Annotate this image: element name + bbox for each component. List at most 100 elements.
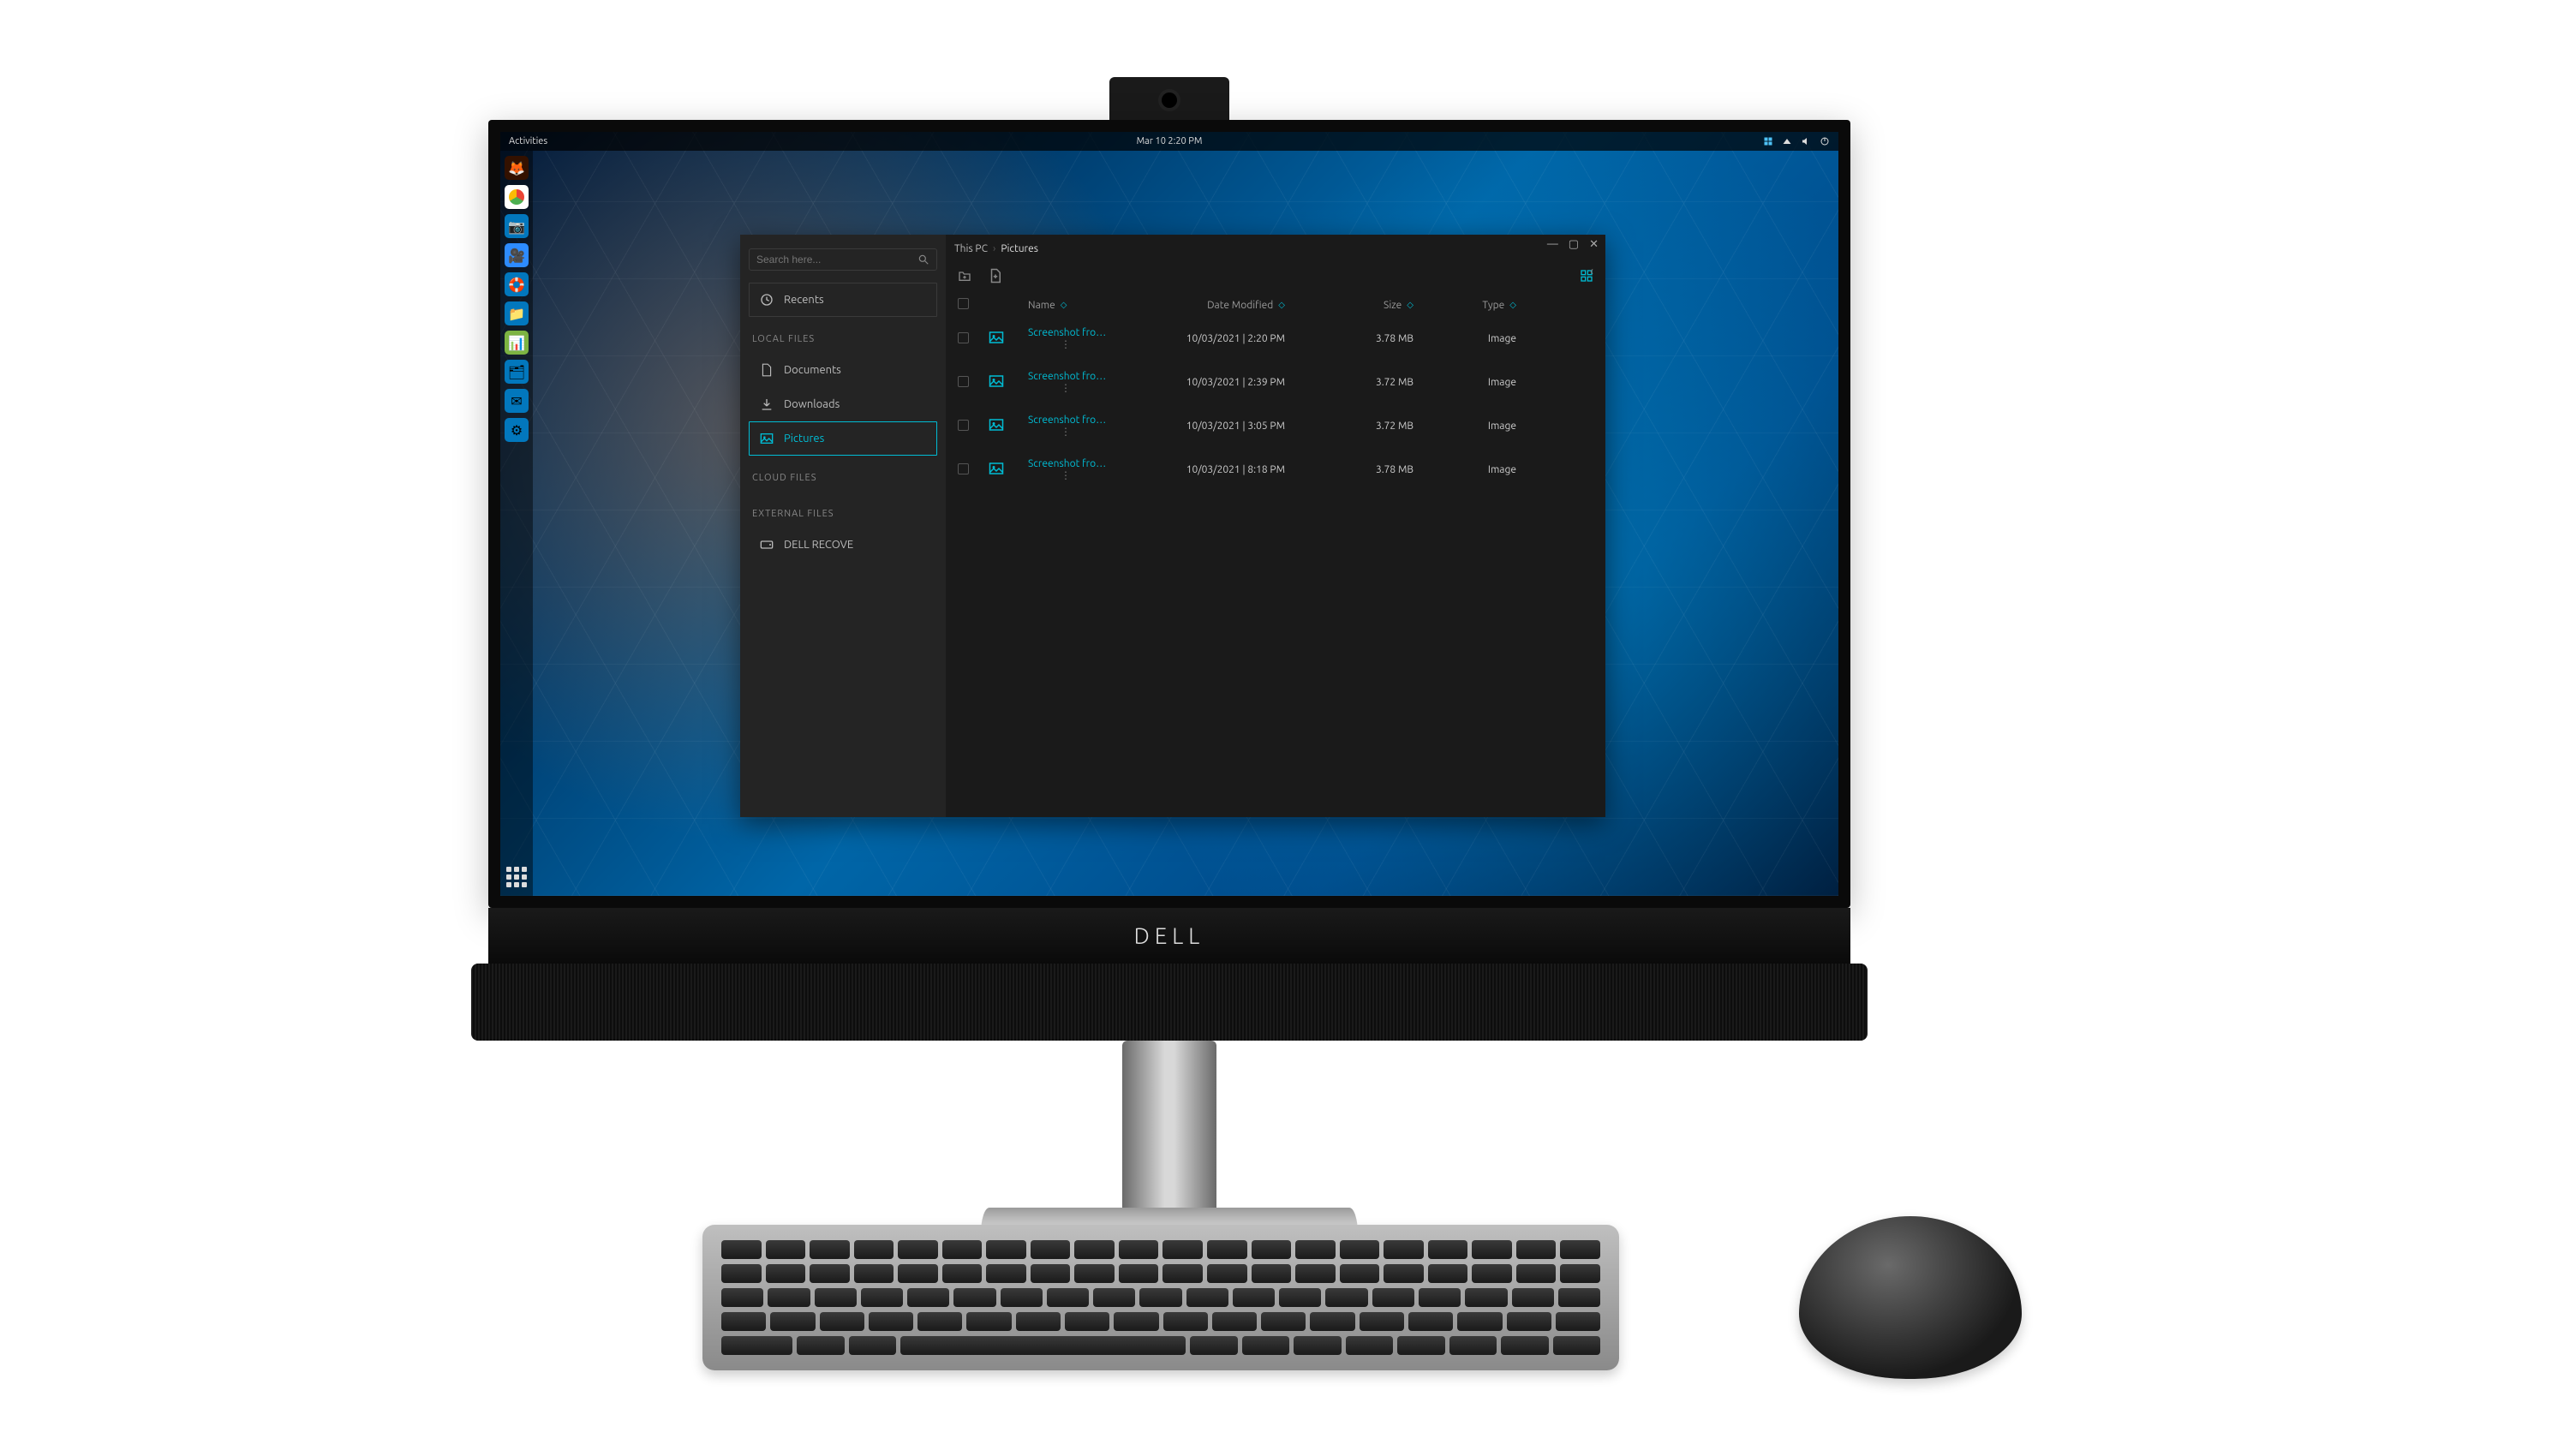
- file-name: Screenshot from 2021-03-10...⋮: [1028, 458, 1114, 481]
- file-type: Image: [1414, 421, 1516, 432]
- sidebar-pictures[interactable]: Pictures: [749, 421, 937, 456]
- mail-icon: ✉: [511, 393, 522, 409]
- stand-neck: [1122, 1041, 1216, 1229]
- file-row[interactable]: Screenshot from 2021-03-10...⋮10/03/2021…: [946, 404, 1605, 448]
- row-checkbox[interactable]: [958, 463, 969, 474]
- dock-settings[interactable]: ⚙: [505, 418, 529, 442]
- file-list: Screenshot from 2021-03-10...⋮10/03/2021…: [946, 317, 1605, 492]
- file-name: Screenshot from 2021-03-10...⋮: [1028, 415, 1114, 438]
- select-all-checkbox[interactable]: [958, 298, 969, 309]
- col-date[interactable]: Date Modified◇: [1114, 300, 1285, 311]
- file-size: 3.72 MB: [1285, 377, 1414, 388]
- row-checkbox[interactable]: [958, 332, 969, 343]
- row-menu-button[interactable]: ⋮: [1061, 382, 1071, 394]
- minimize-button[interactable]: —: [1547, 238, 1558, 251]
- file-date: 10/03/2021 | 3:05 PM: [1114, 421, 1285, 432]
- keyboard: [702, 1225, 1619, 1370]
- sidebar-item-label: DELL RECOVE: [784, 539, 853, 551]
- power-icon: [1820, 136, 1830, 146]
- col-size[interactable]: Size◇: [1285, 300, 1414, 311]
- dock-folder[interactable]: 🗂: [505, 360, 529, 384]
- sheets-icon: 📊: [508, 335, 525, 351]
- row-checkbox[interactable]: [958, 420, 969, 431]
- document-icon: [760, 363, 774, 377]
- sidebar-dell-recovery[interactable]: DELL RECOVE: [749, 528, 937, 562]
- search-field-wrap[interactable]: [749, 248, 937, 271]
- dock-chrome[interactable]: [505, 185, 529, 209]
- dock-mail[interactable]: ✉: [505, 389, 529, 413]
- mouse: [1799, 1216, 2022, 1379]
- breadcrumb-root[interactable]: This PC: [954, 243, 988, 254]
- file-date: 10/03/2021 | 2:39 PM: [1114, 377, 1285, 388]
- image-file-icon: [989, 418, 1028, 434]
- brand-logo: DELL: [1134, 923, 1205, 948]
- breadcrumb-current: Pictures: [1001, 243, 1038, 254]
- breadcrumb-bar: This PC › Pictures: [946, 235, 1605, 262]
- column-headers: Name◇ Date Modified◇ Size◇ Type◇: [946, 293, 1605, 317]
- new-folder-button[interactable]: [958, 269, 971, 283]
- sidebar-section-cloud: CLOUD FILES: [752, 473, 934, 483]
- file-row[interactable]: Screenshot from 2021-03-10...⋮10/03/2021…: [946, 361, 1605, 404]
- dock-camera[interactable]: 📷: [505, 214, 529, 238]
- breadcrumb[interactable]: This PC › Pictures: [954, 243, 1038, 254]
- search-input[interactable]: [756, 254, 917, 266]
- desktop-screen: Activities Mar 10 2:20 PM 🦊 📷 🎥 🛟 📁: [500, 132, 1838, 896]
- chevron-right-icon: ›: [993, 243, 995, 254]
- image-file-icon: [989, 374, 1028, 391]
- dock: 🦊 📷 🎥 🛟 📁 📊 🗂 ✉ ⚙: [500, 151, 533, 896]
- sidebar-item-label: Recents: [784, 294, 824, 306]
- bezel: Activities Mar 10 2:20 PM 🦊 📷 🎥 🛟 📁: [488, 120, 1850, 908]
- dock-sheets[interactable]: 📊: [505, 331, 529, 355]
- dock-files[interactable]: 📁: [505, 301, 529, 325]
- camera-icon: 📷: [508, 218, 525, 235]
- video-icon: 🎥: [508, 248, 525, 264]
- row-menu-button[interactable]: ⋮: [1061, 469, 1071, 481]
- sort-icon: ◇: [1509, 300, 1516, 310]
- search-icon: [917, 254, 929, 266]
- col-name[interactable]: Name◇: [1028, 300, 1114, 311]
- maximize-button[interactable]: ▢: [1569, 238, 1579, 251]
- image-file-icon: [989, 331, 1028, 347]
- dock-support[interactable]: 🛟: [505, 272, 529, 296]
- activities-button[interactable]: Activities: [509, 136, 547, 146]
- chrome-icon: [509, 189, 524, 205]
- sidebar-documents[interactable]: Documents: [749, 353, 937, 387]
- close-button[interactable]: ✕: [1589, 238, 1599, 251]
- file-type: Image: [1414, 333, 1516, 344]
- fm-toolbar: [946, 262, 1605, 293]
- topbar-clock[interactable]: Mar 10 2:20 PM: [1137, 136, 1203, 146]
- sort-icon: ◇: [1061, 300, 1067, 310]
- sidebar-item-label: Documents: [784, 364, 841, 376]
- sidebar-item-label: Downloads: [784, 398, 840, 410]
- file-row[interactable]: Screenshot from 2021-03-10...⋮10/03/2021…: [946, 448, 1605, 492]
- file-manager-window: Recents LOCAL FILES Documents Downloads …: [740, 235, 1605, 817]
- col-type[interactable]: Type◇: [1414, 300, 1516, 311]
- sidebar-downloads[interactable]: Downloads: [749, 387, 937, 421]
- sidebar-section-local: LOCAL FILES: [752, 334, 934, 344]
- file-type: Image: [1414, 377, 1516, 388]
- network-icon: [1782, 136, 1792, 146]
- fm-main: — ▢ ✕ This PC › Pictures ‹: [946, 235, 1605, 817]
- system-tray[interactable]: [1763, 136, 1830, 146]
- sidebar-item-label: Pictures: [784, 433, 824, 445]
- window-controls: — ▢ ✕: [1547, 238, 1599, 251]
- file-date: 10/03/2021 | 8:18 PM: [1114, 464, 1285, 475]
- nav-back-button[interactable]: ‹: [1590, 264, 1593, 277]
- row-menu-button[interactable]: ⋮: [1061, 338, 1071, 350]
- sidebar-recents[interactable]: Recents: [749, 283, 937, 317]
- file-type: Image: [1414, 464, 1516, 475]
- file-name: Screenshot from 2021-03-10...⋮: [1028, 327, 1114, 350]
- download-icon: [760, 397, 774, 411]
- row-menu-button[interactable]: ⋮: [1061, 426, 1071, 438]
- dock-firefox[interactable]: 🦊: [505, 156, 529, 180]
- fm-sidebar: Recents LOCAL FILES Documents Downloads …: [740, 235, 946, 817]
- file-row[interactable]: Screenshot from 2021-03-10...⋮10/03/2021…: [946, 317, 1605, 361]
- row-checkbox[interactable]: [958, 376, 969, 387]
- dock-zoom[interactable]: 🎥: [505, 243, 529, 267]
- drive-icon: [760, 538, 774, 552]
- monitor-chin: DELL: [488, 908, 1850, 964]
- show-applications-button[interactable]: [506, 867, 527, 887]
- new-file-button[interactable]: [989, 269, 1002, 283]
- file-date: 10/03/2021 | 2:20 PM: [1114, 333, 1285, 344]
- file-size: 3.78 MB: [1285, 464, 1414, 475]
